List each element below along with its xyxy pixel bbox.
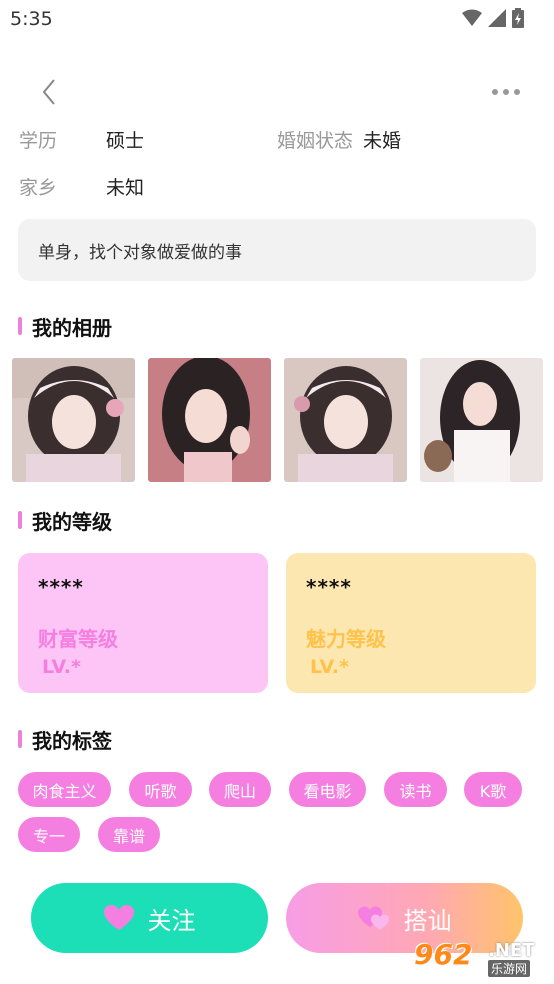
photo-image [148, 358, 271, 482]
photo-image [284, 358, 407, 482]
level-section-title: 我的等级 [18, 506, 112, 534]
album-section-title: 我的相册 [18, 312, 112, 340]
chevron-left-icon [42, 79, 55, 105]
more-dot-icon [503, 89, 509, 95]
info-row-education: 学历 硕士 婚姻状态 未婚 [0, 126, 554, 156]
album-photo[interactable] [284, 358, 407, 482]
follow-label: 关注 [147, 906, 196, 935]
more-dot-icon [514, 89, 520, 95]
watermark-site: 乐游网 [488, 960, 531, 977]
wealth-level-value: LV.* [42, 656, 81, 678]
tags-section-title: 我的标签 [18, 725, 112, 753]
hometown-value: 未知 [106, 177, 145, 199]
top-nav [0, 70, 554, 114]
level-title: 我的等级 [32, 509, 112, 534]
watermark-brand: 962 [414, 938, 473, 971]
education-value: 硕士 [106, 130, 145, 152]
signal-icon [488, 9, 506, 27]
heart-icon [103, 905, 134, 930]
photo-image [12, 358, 135, 482]
photo-album [12, 358, 543, 482]
tag-item[interactable]: 靠谱 [98, 817, 160, 852]
section-marker [18, 511, 22, 529]
site-watermark: 962 .NET 乐游网 [414, 938, 548, 978]
section-marker [18, 317, 22, 335]
status-icons [462, 8, 524, 28]
tag-item[interactable]: 听歌 [129, 772, 192, 807]
status-time: 5:35 [10, 8, 53, 30]
chat-label: 搭讪 [403, 906, 452, 935]
charm-level-value: LV.* [310, 656, 349, 678]
status-bar: 5:35 [0, 0, 554, 38]
bio-box: 单身，找个对象做爱做的事 [18, 219, 536, 281]
battery-icon [512, 8, 524, 28]
charm-level-card[interactable]: **** 魅力等级 LV.* [286, 553, 536, 693]
wealth-level-stars: **** [38, 575, 84, 599]
wealth-level-card[interactable]: **** 财富等级 LV.* [18, 553, 268, 693]
info-row-hometown: 家乡 未知 [0, 173, 554, 203]
tag-item[interactable]: 看电影 [289, 772, 366, 807]
album-photo[interactable] [420, 358, 543, 482]
tag-item[interactable]: K歌 [464, 772, 522, 807]
section-marker [18, 730, 22, 748]
photo-image [420, 358, 543, 482]
wifi-icon [462, 9, 482, 26]
album-photo[interactable] [148, 358, 271, 482]
tag-item[interactable]: 专一 [18, 817, 80, 852]
tags-title: 我的标签 [32, 728, 112, 753]
hearts-icon [357, 906, 389, 930]
bio-text: 单身，找个对象做爱做的事 [38, 242, 242, 263]
education-label: 学历 [19, 130, 58, 152]
more-dot-icon [492, 89, 498, 95]
wealth-level-name: 财富等级 [38, 627, 118, 651]
more-button[interactable] [488, 82, 524, 102]
follow-button[interactable]: 关注 [31, 883, 268, 953]
marital-label: 婚姻状态 [277, 130, 354, 152]
charm-level-stars: **** [306, 575, 352, 599]
tag-item[interactable]: 肉食主义 [18, 772, 111, 807]
marital-value: 未婚 [363, 130, 402, 152]
hometown-label: 家乡 [19, 177, 58, 199]
charm-level-name: 魅力等级 [306, 627, 386, 651]
album-photo[interactable] [12, 358, 135, 482]
album-title: 我的相册 [32, 315, 112, 340]
tag-item[interactable]: 读书 [384, 772, 447, 807]
tag-item[interactable]: 爬山 [209, 772, 271, 807]
watermark-domain: .NET [488, 940, 535, 961]
back-button[interactable] [34, 74, 64, 110]
